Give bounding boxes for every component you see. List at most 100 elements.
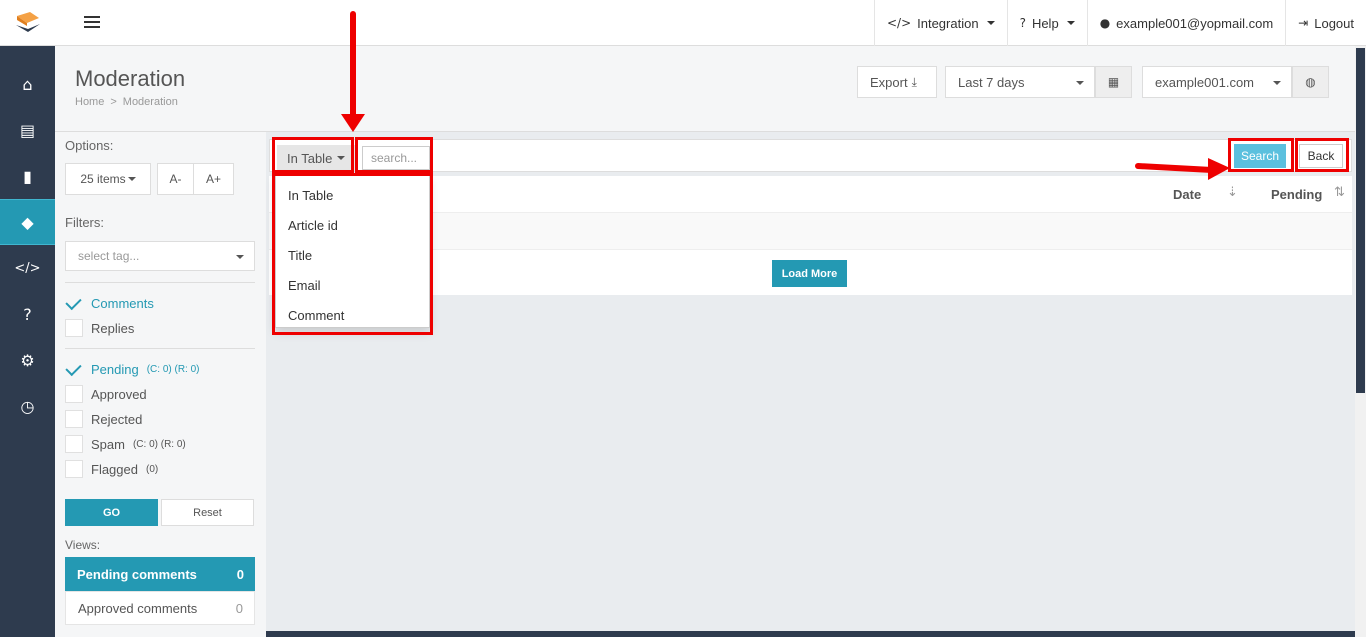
globe-button[interactable]: ◍ [1292, 66, 1329, 98]
calendar-button[interactable]: ▦ [1095, 66, 1132, 98]
filter-pending-counts: (C: 0) (R: 0) [146, 363, 200, 375]
scope-option-in-table[interactable]: In Table [276, 180, 431, 210]
chevron-down-icon [337, 156, 346, 160]
view-label: Pending comments [77, 566, 197, 582]
top-nav: </> Integration ? Help ● example001@yopm… [873, 0, 1366, 46]
view-pending-comments[interactable]: Pending comments 0 [65, 557, 255, 591]
site-value: example001.com [1155, 74, 1254, 90]
integration-label: Integration [917, 15, 979, 31]
globe-icon: ◍ [1305, 75, 1316, 89]
chevron-down-icon [1273, 81, 1281, 85]
scope-option-comment[interactable]: Comment [276, 300, 431, 330]
logout-icon: ⇥ [1298, 16, 1309, 30]
view-label: Approved comments [78, 600, 198, 616]
chevron-down-icon [1066, 21, 1075, 25]
filter-rejected[interactable]: Rejected [65, 409, 142, 429]
filter-pending[interactable]: Pending (C: 0) (R: 0) [65, 359, 200, 379]
filters-label: Filters: [65, 215, 104, 230]
code-icon[interactable]: </> [0, 245, 55, 291]
user-email: example001@yopmail.com [1116, 15, 1274, 31]
home-icon[interactable]: ⌂ [0, 61, 55, 107]
font-decrease-button[interactable]: A- [157, 163, 194, 195]
calendar-icon: ▦ [1107, 75, 1120, 89]
checkbox[interactable] [65, 385, 83, 403]
bar-chart-icon[interactable]: ▮ [0, 153, 55, 199]
view-approved-comments[interactable]: Approved comments 0 [65, 591, 255, 625]
logout-label: Logout [1314, 15, 1354, 31]
scope-option-title[interactable]: Title [276, 240, 431, 270]
filter-approved-label: Approved [91, 386, 147, 402]
download-icon: ⤓ [911, 74, 917, 89]
bottom-strip [266, 631, 1355, 637]
checkbox[interactable] [65, 410, 83, 428]
checkbox-checked[interactable] [65, 294, 83, 312]
question-circle-icon: ? [1019, 16, 1026, 30]
integration-menu[interactable]: </> Integration [873, 0, 1007, 46]
filter-flagged-counts: (0) [145, 463, 159, 475]
scope-option-article-id[interactable]: Article id [276, 210, 431, 240]
filter-replies[interactable]: Replies [65, 318, 134, 338]
comments-table: Date ⇣ Pending ⇅ Load More [269, 176, 1352, 295]
moderation-icon[interactable]: ◆ [0, 199, 55, 245]
user-icon: ● [1099, 16, 1111, 30]
menu-toggle-icon[interactable] [84, 13, 100, 31]
filter-flagged-label: Flagged [91, 461, 138, 477]
column-date[interactable]: Date [1173, 187, 1201, 202]
icon-sidebar: ⌂ ▤ ▮ ◆ </> ? ⚙ ◷ [0, 46, 55, 637]
code-icon: </> [886, 16, 912, 30]
options-panel: Options: 25 items A- A+ Filters: select … [55, 132, 266, 637]
table-header: Date ⇣ Pending ⇅ [269, 176, 1352, 213]
items-per-page-select[interactable]: 25 items [65, 163, 151, 195]
view-count: 0 [236, 566, 244, 582]
items-per-page-value: 25 items [80, 172, 126, 186]
search-scope-label: In Table [287, 150, 333, 166]
help-icon[interactable]: ? [0, 291, 55, 337]
go-button[interactable]: GO [65, 499, 158, 526]
date-range-select[interactable]: Last 7 days [945, 66, 1095, 98]
export-button[interactable]: Export ⤓ [857, 66, 937, 98]
filter-approved[interactable]: Approved [65, 384, 147, 404]
checkbox[interactable] [65, 319, 83, 337]
checkbox[interactable] [65, 435, 83, 453]
search-input[interactable] [362, 146, 430, 170]
sort-desc-icon[interactable]: ⇣ [1227, 185, 1238, 200]
gear-icon[interactable]: ⚙ [0, 337, 55, 383]
filter-comments[interactable]: Comments [65, 293, 154, 313]
page-title: Moderation [75, 66, 186, 91]
logout-link[interactable]: ⇥ Logout [1285, 0, 1366, 46]
views-label: Views: [65, 538, 101, 552]
site-select[interactable]: example001.com [1142, 66, 1292, 98]
help-menu[interactable]: ? Help [1006, 0, 1087, 46]
filter-pending-label: Pending [91, 361, 139, 377]
logo-icon[interactable] [14, 10, 42, 36]
table-row [269, 213, 1352, 250]
checkbox-checked[interactable] [65, 360, 83, 378]
filter-flagged[interactable]: Flagged (0) [65, 459, 158, 479]
options-label: Options: [65, 138, 114, 153]
filter-spam[interactable]: Spam (C: 0) (R: 0) [65, 434, 186, 454]
tag-select[interactable]: select tag... [65, 241, 255, 271]
search-button[interactable]: Search [1234, 144, 1286, 168]
filter-spam-counts: (C: 0) (R: 0) [132, 438, 186, 450]
tag-select-placeholder: select tag... [78, 249, 140, 263]
sort-icon[interactable]: ⇅ [1334, 185, 1345, 200]
clock-icon[interactable]: ◷ [0, 383, 55, 429]
reset-button[interactable]: Reset [161, 499, 254, 526]
help-label: Help [1031, 15, 1059, 31]
document-icon[interactable]: ▤ [0, 107, 55, 153]
breadcrumb-home[interactable]: Home [75, 96, 104, 108]
scope-option-email[interactable]: Email [276, 270, 431, 300]
load-more-button[interactable]: Load More [772, 260, 847, 287]
chevron-down-icon [986, 21, 995, 25]
font-increase-button[interactable]: A+ [193, 163, 234, 195]
scrollbar-thumb[interactable] [1356, 48, 1365, 393]
filter-rejected-label: Rejected [91, 411, 143, 427]
divider [65, 282, 255, 283]
user-menu[interactable]: ● example001@yopmail.com [1086, 0, 1285, 46]
back-button[interactable]: Back [1299, 144, 1343, 168]
search-scope-dropdown[interactable]: In Table [277, 145, 356, 171]
top-bar: </> Integration ? Help ● example001@yopm… [0, 0, 1366, 46]
column-pending[interactable]: Pending [1271, 187, 1322, 202]
checkbox[interactable] [65, 460, 83, 478]
page-header: Moderation Home > Moderation Export ⤓ Last… [55, 46, 1355, 132]
